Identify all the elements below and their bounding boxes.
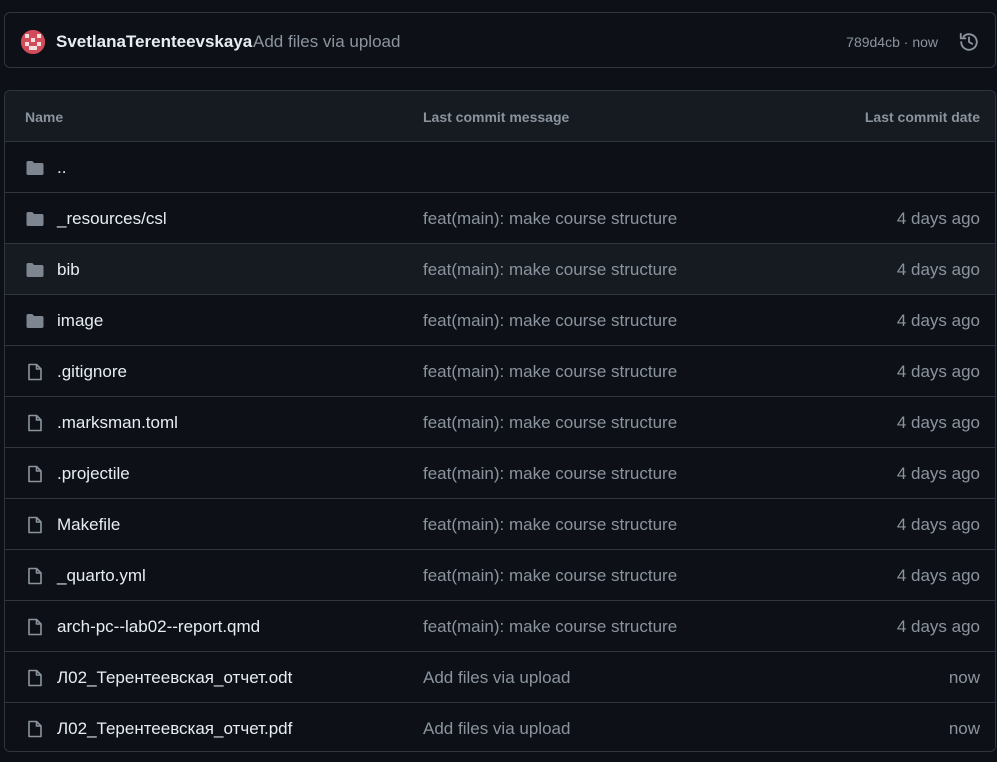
row-commit-date: 4 days ago xyxy=(896,362,980,381)
file-row[interactable]: Makefile feat(main): make course structur… xyxy=(5,499,995,550)
avatar[interactable] xyxy=(21,30,45,54)
row-commit-message[interactable]: Add files via upload xyxy=(423,668,570,688)
row-commit-date: now xyxy=(948,719,980,738)
row-name-link[interactable]: .marksman.toml xyxy=(57,413,178,433)
row-commit-message[interactable]: feat(main): make course structure xyxy=(423,260,677,280)
folder-row[interactable]: image feat(main): make course structure 4 … xyxy=(5,295,995,346)
row-commit-date: 4 days ago xyxy=(896,311,980,330)
file-icon xyxy=(25,464,45,484)
row-commit-date: 4 days ago xyxy=(896,209,980,228)
commit-author-link[interactable]: SvetlanaTerenteevskaya xyxy=(56,32,252,52)
row-commit-date: 4 days ago xyxy=(896,464,980,483)
folder-icon xyxy=(25,209,45,229)
column-header-date: Last commit date xyxy=(864,109,980,125)
row-commit-message[interactable]: feat(main): make course structure xyxy=(423,617,677,637)
file-icon xyxy=(25,719,45,739)
file-row[interactable]: arch-pc--lab02--report.qmd feat(main): ma… xyxy=(5,601,995,652)
row-commit-message[interactable]: feat(main): make course structure xyxy=(423,515,677,535)
row-commit-message[interactable]: feat(main): make course structure xyxy=(423,311,677,331)
row-name-link[interactable]: .projectile xyxy=(57,464,130,484)
folder-row[interactable]: .. xyxy=(5,142,995,193)
folder-icon xyxy=(25,158,45,178)
folder-row[interactable]: _resources/csl feat(main): make course st… xyxy=(5,193,995,244)
file-row[interactable]: .marksman.toml feat(main): make course st… xyxy=(5,397,995,448)
file-icon xyxy=(25,413,45,433)
file-icon xyxy=(25,668,45,688)
file-icon xyxy=(25,617,45,637)
folder-icon xyxy=(25,311,45,331)
folder-icon xyxy=(25,260,45,280)
row-name-link[interactable]: bib xyxy=(57,260,80,280)
row-commit-message[interactable]: feat(main): make course structure xyxy=(423,209,677,229)
row-commit-message[interactable]: feat(main): make course structure xyxy=(423,413,677,433)
file-row[interactable]: .gitignore feat(main): make course struct… xyxy=(5,346,995,397)
row-name-link[interactable]: Л02_Терентеевская_отчет.odt xyxy=(57,668,292,688)
row-name-link[interactable]: _quarto.yml xyxy=(57,566,146,586)
row-name-link[interactable]: Л02_Терентеевская_отчет.pdf xyxy=(57,719,292,739)
folder-row[interactable]: bib feat(main): make course structure 4 da… xyxy=(5,244,995,295)
row-name-link[interactable]: arch-pc--lab02--report.qmd xyxy=(57,617,260,637)
file-icon xyxy=(25,566,45,586)
file-row[interactable]: Л02_Терентеевская_отчет.pdf Add files via… xyxy=(5,703,995,751)
latest-commit-bar: SvetlanaTerenteevskaya Add files via upl… xyxy=(4,12,996,68)
commit-sha-time[interactable]: 789d4cb · now xyxy=(846,34,938,50)
row-name-link[interactable]: Makefile xyxy=(57,515,120,535)
file-row[interactable]: _quarto.yml feat(main): make course struc… xyxy=(5,550,995,601)
row-commit-date: 4 days ago xyxy=(896,515,980,534)
row-name-link[interactable]: _resources/csl xyxy=(57,209,167,229)
column-header-message: Last commit message xyxy=(423,109,570,125)
row-commit-message[interactable]: Add files via upload xyxy=(423,719,570,739)
file-row[interactable]: .projectile feat(main): make course struc… xyxy=(5,448,995,499)
file-icon xyxy=(25,362,45,382)
row-commit-message[interactable]: feat(main): make course structure xyxy=(423,566,677,586)
row-commit-message[interactable]: feat(main): make course structure xyxy=(423,362,677,382)
row-name-link[interactable]: .gitignore xyxy=(57,362,127,382)
commit-message-link[interactable]: Add files via upload xyxy=(253,32,400,52)
row-commit-message[interactable]: feat(main): make course structure xyxy=(423,464,677,484)
row-commit-date: 4 days ago xyxy=(896,260,980,279)
file-row[interactable]: Л02_Терентеевская_отчет.odt Add files via… xyxy=(5,652,995,703)
row-commit-date: now xyxy=(948,668,980,687)
row-commit-date: 4 days ago xyxy=(896,566,980,585)
row-name-link[interactable]: image xyxy=(57,311,103,331)
row-commit-date: 4 days ago xyxy=(896,413,980,432)
history-icon[interactable] xyxy=(958,31,980,53)
table-header: Name Last commit message Last commit dat… xyxy=(5,91,995,142)
row-commit-date: 4 days ago xyxy=(896,617,980,636)
row-name-link[interactable]: .. xyxy=(57,158,66,178)
column-header-name: Name xyxy=(25,109,64,125)
file-icon xyxy=(25,515,45,535)
file-table: Name Last commit message Last commit dat… xyxy=(4,90,996,752)
